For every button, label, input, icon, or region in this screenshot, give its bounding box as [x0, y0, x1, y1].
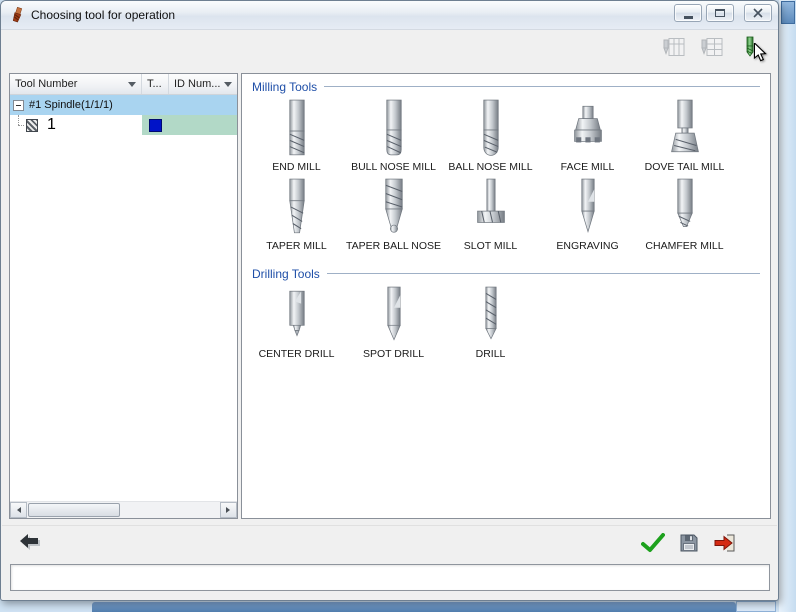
- minus-icon: [16, 104, 21, 106]
- sort-down-icon: [128, 82, 136, 91]
- tool-type-taper-mill[interactable]: TAPER MILL: [248, 177, 345, 252]
- save-button[interactable]: [679, 533, 699, 553]
- background-scrollbar-fragment: [781, 1, 795, 24]
- background-window-edge: [779, 0, 796, 612]
- background-scrollbar-corner: [736, 601, 776, 612]
- column-header-tool-number[interactable]: Tool Number: [10, 74, 142, 94]
- drilling-row: CENTER DRILL SPOT DRILL DRILL: [248, 285, 770, 360]
- group-header-drilling: Drilling Tools: [252, 266, 760, 281]
- dove-tail-mill-icon: [670, 99, 699, 153]
- milling-row-2: TAPER MILL TAPER BALL NOSE SLOT MILL ENG…: [248, 177, 770, 252]
- arrow-left-icon: [14, 507, 21, 513]
- dialog-window: Choosing tool for operation Tool Number …: [0, 0, 779, 601]
- close-icon: [753, 8, 763, 18]
- tree-row-tool-1[interactable]: 1: [10, 115, 237, 135]
- scroll-thumb[interactable]: [28, 503, 120, 517]
- exit-button[interactable]: [713, 533, 737, 553]
- part-tool-table-button[interactable]: [698, 34, 726, 60]
- tool-icon: [26, 118, 38, 132]
- tree-row-spindle[interactable]: #1 Spindle(1/1/1): [10, 95, 237, 115]
- back-arrow-icon: [20, 534, 40, 550]
- column-header-tool-color[interactable]: T...: [142, 74, 169, 94]
- tool-id-cell[interactable]: [169, 115, 237, 135]
- ok-button[interactable]: [641, 533, 665, 553]
- center-drill-icon: [288, 290, 305, 337]
- column-label: T...: [147, 78, 162, 90]
- column-label: Tool Number: [15, 78, 78, 90]
- tool-type-spot-drill[interactable]: SPOT DRILL: [345, 285, 442, 360]
- tool-type-bull-nose-mill[interactable]: BULL NOSE MILL: [345, 98, 442, 173]
- taper-mill-icon: [288, 178, 305, 234]
- back-button[interactable]: [18, 533, 44, 553]
- footer-actions: [641, 533, 737, 553]
- tool-type-drill[interactable]: DRILL: [442, 285, 539, 360]
- scroll-right-button[interactable]: [220, 502, 237, 518]
- tool-table-icon: [663, 38, 685, 56]
- spot-drill-icon: [386, 286, 401, 341]
- tool-type-taper-ball-nose[interactable]: TAPER BALL NOSE: [345, 177, 442, 252]
- tool-type-slot-mill[interactable]: SLOT MILL: [442, 177, 539, 252]
- titlebar[interactable]: Choosing tool for operation: [1, 1, 778, 30]
- maximize-icon: [715, 9, 725, 17]
- app-icon: [12, 7, 23, 23]
- end-mill-icon: [288, 99, 305, 156]
- footer-toolbar: [2, 525, 777, 559]
- toolbar: [660, 34, 764, 60]
- tool-type-dove-tail-mill[interactable]: DOVE TAIL MILL: [636, 98, 733, 173]
- table-header: Tool Number T... ID Num...: [10, 74, 237, 95]
- minimize-button[interactable]: [674, 4, 702, 22]
- group-title-drilling: Drilling Tools: [252, 266, 320, 281]
- taper-ball-nose-icon: [384, 178, 403, 233]
- tool-type-chamfer-mill[interactable]: CHAMFER MILL: [636, 177, 733, 252]
- tool-number-cell[interactable]: 1: [10, 115, 142, 135]
- drill-icon: [484, 286, 497, 340]
- tool-color-cell[interactable]: [142, 115, 169, 135]
- tool-type-face-mill[interactable]: FACE MILL: [539, 98, 636, 173]
- tool-type-end-mill[interactable]: END MILL: [248, 98, 345, 173]
- tool-type-engraving[interactable]: ENGRAVING: [539, 177, 636, 252]
- tool-color-swatch: [149, 118, 162, 132]
- column-header-id-number[interactable]: ID Num...: [169, 74, 237, 94]
- group-divider: [324, 86, 760, 87]
- ball-nose-mill-icon: [482, 99, 499, 156]
- tool-table-button[interactable]: [660, 34, 688, 60]
- collapse-toggle[interactable]: [13, 99, 24, 111]
- maximize-button[interactable]: [706, 4, 734, 22]
- tool-types-panel: Milling Tools END MILL BULL NOSE MILL BA…: [241, 73, 771, 519]
- engraving-icon: [580, 178, 595, 234]
- part-tool-table-icon: [701, 38, 723, 56]
- desktop-background: Choosing tool for operation Tool Number …: [0, 0, 796, 612]
- tool-tree-panel: Tool Number T... ID Num... #1 Spindle(1/…: [9, 73, 238, 519]
- window-controls: [670, 4, 772, 22]
- face-mill-icon: [573, 105, 602, 143]
- close-button[interactable]: [744, 4, 772, 22]
- group-title-milling: Milling Tools: [252, 79, 318, 94]
- floppy-icon: [680, 534, 698, 552]
- bull-nose-mill-icon: [385, 99, 402, 156]
- exit-icon: [714, 534, 735, 552]
- slot-mill-icon: [476, 178, 505, 223]
- column-label: ID Num...: [174, 78, 221, 90]
- scroll-left-button[interactable]: [10, 502, 27, 518]
- arrow-right-icon: [226, 507, 233, 513]
- minimize-icon: [683, 15, 693, 19]
- mouse-cursor: [753, 43, 767, 62]
- tool-number-label: 1: [47, 116, 56, 133]
- sort-down-icon: [224, 82, 232, 91]
- check-icon: [641, 533, 665, 552]
- tool-type-center-drill[interactable]: CENTER DRILL: [248, 285, 345, 360]
- group-divider: [326, 273, 760, 274]
- horizontal-scrollbar[interactable]: [10, 501, 237, 518]
- group-header-milling: Milling Tools: [252, 79, 760, 94]
- milling-row-1: END MILL BULL NOSE MILL BALL NOSE MILL F…: [248, 98, 770, 173]
- tool-type-ball-nose-mill[interactable]: BALL NOSE MILL: [442, 98, 539, 173]
- status-bar: [10, 564, 770, 591]
- background-window-bottom: [92, 602, 736, 612]
- window-title: Choosing tool for operation: [31, 8, 176, 22]
- chamfer-mill-icon: [676, 178, 693, 227]
- spindle-label: #1 Spindle(1/1/1): [29, 99, 113, 111]
